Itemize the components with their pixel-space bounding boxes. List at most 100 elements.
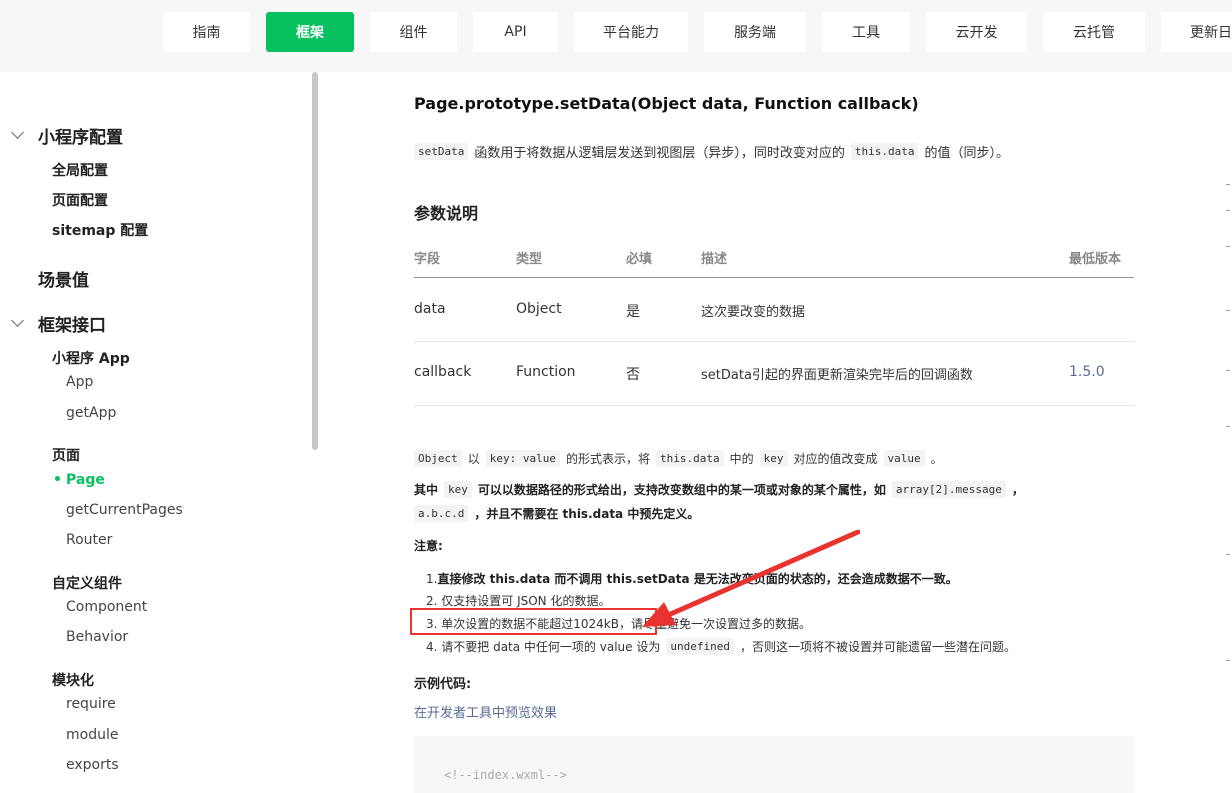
table-header: 必填 (626, 252, 653, 267)
inline-code: this.data (656, 450, 724, 467)
outline-marker (1226, 426, 1230, 427)
paragraph-text: ，并且不需要在 this.data 中预先定义。 (474, 507, 700, 521)
inline-code: value (883, 450, 925, 467)
outline-marker (1226, 210, 1230, 211)
table-cell: 是 (626, 304, 640, 320)
version-link[interactable]: 1.5.0 (1069, 364, 1105, 380)
paragraph-text: 以 (467, 452, 480, 466)
inline-code: undefined (666, 638, 734, 655)
sidebar-group-custom-component[interactable]: 自定义组件 (52, 573, 122, 593)
page-title: Page.prototype.setData(Object data, Func… (414, 94, 919, 113)
nav-framework[interactable]: 框架 (266, 12, 354, 52)
paragraph-text: 其中 (414, 483, 439, 497)
table-cell: Object (516, 301, 562, 317)
nav-changelog[interactable]: 更新日 (1161, 12, 1232, 52)
code-comment: <!--index.wxml--> (444, 768, 567, 782)
sidebar-item-getapp[interactable]: getApp (66, 405, 116, 421)
annotation-arrow-icon (642, 530, 860, 627)
nav-api[interactable]: API (473, 12, 558, 52)
sidebar-item-module[interactable]: module (66, 727, 118, 743)
table-cell: setData引起的界面更新渲染完毕后的回调函数 (701, 368, 973, 383)
inline-code: key: value (485, 450, 560, 467)
note-item-4: 4. 请不要把 data 中任何一项的 value 设为 undefined ，… (426, 638, 1016, 655)
sidebar-item-app[interactable]: App (66, 374, 93, 390)
sidebar-item-miniprogram-config[interactable]: 小程序配置 (38, 123, 123, 148)
sidebar-item-exports[interactable]: exports (66, 757, 119, 773)
sidebar-group-modules[interactable]: 模块化 (52, 670, 94, 690)
sidebar-group-app[interactable]: 小程序 App (52, 348, 130, 368)
outline-marker (1226, 660, 1230, 661)
inline-code: a.b.c.d (414, 505, 469, 522)
sidebar-item-framework-api[interactable]: 框架接口 (38, 311, 106, 336)
top-navigation: 指南 框架 组件 API 平台能力 服务端 工具 云开发 云托管 更新日 (0, 0, 1232, 72)
code-block: <!--index.wxml--> (414, 736, 1134, 793)
sidebar (0, 72, 320, 793)
sidebar-item-require[interactable]: require (66, 696, 116, 712)
nav-cloud-dev[interactable]: 云开发 (926, 12, 1027, 52)
sidebar-group-page[interactable]: 页面 (52, 445, 80, 465)
intro-text: 的值（同步）。 (924, 146, 1009, 161)
key-paragraph: 其中 key 可以以数据路径的形式给出，支持改变数组中的某一项或对象的某个属性，… (414, 481, 1024, 498)
nav-guide[interactable]: 指南 (163, 12, 250, 52)
sidebar-scrollbar[interactable] (312, 72, 318, 450)
inline-code: setData (414, 143, 469, 160)
sidebar-item-router[interactable]: Router (66, 532, 112, 548)
paragraph-text: 对应的值改变成 (793, 452, 878, 466)
object-paragraph: Object 以 key: value 的形式表示，将 this.data 中的… (414, 450, 943, 467)
outline-marker (1226, 246, 1230, 247)
intro-text: 函数用于将数据从逻辑层发送到视图层（异步），同时改变对应的 (474, 146, 845, 161)
table-header: 描述 (701, 252, 728, 267)
note-heading: 注意: (414, 539, 443, 553)
nav-tools[interactable]: 工具 (822, 12, 910, 52)
outline-marker (1226, 184, 1230, 185)
sidebar-item-component[interactable]: Component (66, 599, 147, 615)
table-cell: Function (516, 364, 576, 380)
note-number: 1. (426, 571, 438, 586)
sidebar-item-page[interactable]: Page (66, 472, 105, 488)
outline-marker (1226, 310, 1230, 311)
inline-code: key (759, 450, 788, 467)
highlight-box (410, 608, 657, 635)
sidebar-item-page-config[interactable]: 页面配置 (52, 190, 108, 210)
note-text: 4. 请不要把 data 中任何一项的 value 设为 (426, 640, 661, 654)
note-text: ，否则这一项将不被设置并可能遗留一些潜在问题。 (739, 640, 1016, 654)
preview-link[interactable]: 在开发者工具中预览效果 (414, 702, 557, 721)
params-heading: 参数说明 (414, 204, 479, 223)
sidebar-item-scene[interactable]: 场景值 (38, 266, 89, 291)
table-row-divider (414, 405, 1134, 406)
table-cell: data (414, 301, 446, 317)
table-row-divider (414, 341, 1134, 342)
sidebar-item-behavior[interactable]: Behavior (66, 629, 128, 645)
main-content: Page.prototype.setData(Object data, Func… (320, 72, 1232, 793)
example-heading: 示例代码: (414, 677, 472, 692)
paragraph-text: 。 (930, 452, 943, 466)
table-header: 最低版本 (1069, 252, 1122, 267)
sidebar-item-getcurrentpages[interactable]: getCurrentPages (66, 502, 183, 518)
table-cell: 否 (626, 367, 640, 383)
table-header: 类型 (516, 252, 543, 267)
inline-code: array[2].message (891, 481, 1006, 498)
table-cell: callback (414, 364, 472, 380)
note-item-2: 2. 仅支持设置可 JSON 化的数据。 (426, 594, 611, 608)
outline-marker (1226, 370, 1230, 371)
paragraph-text: 中的 (729, 452, 754, 466)
nav-cloud-hosting[interactable]: 云托管 (1043, 12, 1145, 52)
inline-code: Object (414, 450, 462, 467)
paragraph-text: 可以以数据路径的形式给出，支持改变数组中的某一项或对象的某个属性，如 (477, 483, 886, 497)
inline-code: key (444, 481, 472, 498)
table-cell: 这次要改变的数据 (701, 305, 806, 320)
paragraph-text: ， (1011, 483, 1024, 497)
nav-platform[interactable]: 平台能力 (574, 12, 688, 52)
bullet-dot-icon: • (53, 472, 62, 488)
nav-server[interactable]: 服务端 (704, 12, 806, 52)
table-header-divider (414, 277, 1134, 278)
sidebar-item-sitemap-config[interactable]: sitemap 配置 (52, 220, 148, 240)
sidebar-item-global-config[interactable]: 全局配置 (52, 160, 108, 180)
nav-components[interactable]: 组件 (370, 12, 457, 52)
outline-marker (1226, 554, 1230, 555)
key-paragraph-continued: a.b.c.d ，并且不需要在 this.data 中预先定义。 (414, 505, 699, 522)
intro-paragraph: setData 函数用于将数据从逻辑层发送到视图层（异步），同时改变对应的 th… (414, 142, 1009, 161)
table-header: 字段 (414, 252, 441, 267)
inline-code: this.data (850, 143, 919, 160)
paragraph-text: 的形式表示，将 (566, 452, 651, 466)
